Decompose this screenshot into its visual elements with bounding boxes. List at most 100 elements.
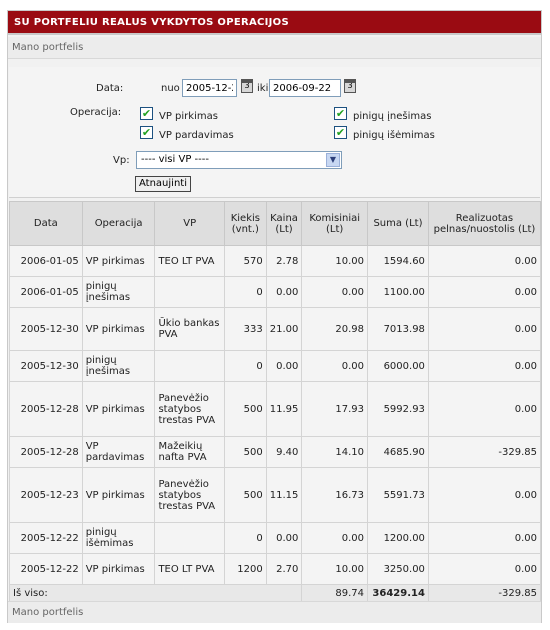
- cell-vp: Panevėžio statybos trestas PVA: [154, 381, 225, 437]
- cell-sum: 1594.60: [366, 245, 429, 277]
- cell-operation: VP pirkimas: [81, 467, 156, 523]
- checkbox-vp-pardavimas[interactable]: ✔: [140, 126, 153, 139]
- chevron-down-icon[interactable]: ▼: [326, 153, 340, 167]
- cell-fee: 0.00: [301, 276, 368, 308]
- table-header-row: Data Operacija VP Kiekis (vnt.) Kaina (L…: [9, 201, 542, 246]
- breadcrumb-bottom[interactable]: Mano portfelis: [8, 601, 541, 623]
- checkbox-label: pinigų įnešimas: [353, 111, 432, 122]
- date-from-input[interactable]: [182, 79, 237, 97]
- cell-qty: 0: [224, 522, 267, 554]
- col-header: Realizuotas pelnas/nuostolis (Lt): [427, 201, 542, 246]
- cell-sum: 1200.00: [366, 522, 429, 554]
- cell-operation: pinigų įnešimas: [81, 276, 156, 308]
- col-header: Komisiniai (Lt): [301, 201, 368, 246]
- cell-profit: 0.00: [427, 381, 542, 437]
- cell-vp: Panevėžio statybos trestas PVA: [154, 467, 225, 523]
- cell-sum: 6000.00: [366, 350, 429, 382]
- vp-select-value: ---- visi VP ----: [141, 154, 209, 165]
- date-label: Data:: [96, 83, 124, 94]
- table-row: 2006-01-05 pinigų įnešimas 0 0.00 0.00 1…: [9, 276, 542, 308]
- date-to-input[interactable]: [269, 79, 341, 97]
- cell-fee: 20.98: [301, 307, 368, 351]
- total-sum: 36429.14: [366, 584, 429, 603]
- cell-qty: 500: [224, 436, 267, 468]
- checkbox-pinigu-inesimas[interactable]: ✔: [334, 107, 347, 120]
- cell-vp: TEO LT PVA: [154, 553, 225, 585]
- cell-vp: Ūkio bankas PVA: [154, 307, 225, 351]
- cell-operation: VP pirkimas: [81, 553, 156, 585]
- cell-date: 2005-12-22: [9, 522, 83, 554]
- breadcrumb-top[interactable]: Mano portfelis: [8, 37, 541, 59]
- cell-date: 2005-12-30: [9, 307, 83, 351]
- cell-price: 0.00: [265, 350, 303, 382]
- cell-sum: 3250.00: [366, 553, 429, 585]
- cell-qty: 0: [224, 276, 267, 308]
- calendar-icon[interactable]: 3: [344, 79, 356, 93]
- total-fee: 89.74: [301, 584, 368, 603]
- cell-profit: 0.00: [427, 276, 542, 308]
- cell-vp: TEO LT PVA: [154, 245, 225, 277]
- checkbox-label: VP pirkimas: [159, 111, 218, 122]
- cell-sum: 1100.00: [366, 276, 429, 308]
- cell-profit: 0.00: [427, 467, 542, 523]
- cell-operation: pinigų išėmimas: [81, 522, 156, 554]
- cell-fee: 10.00: [301, 245, 368, 277]
- col-header: VP: [154, 201, 225, 246]
- cell-profit: -329.85: [427, 436, 542, 468]
- vp-label: Vp:: [113, 155, 130, 166]
- cell-price: 11.15: [265, 467, 303, 523]
- cell-fee: 16.73: [301, 467, 368, 523]
- cell-profit: 0.00: [427, 245, 542, 277]
- cell-date: 2005-12-30: [9, 350, 83, 382]
- col-header: Kiekis (vnt.): [224, 201, 267, 246]
- cell-qty: 0: [224, 350, 267, 382]
- cell-vp: Mažeikių nafta PVA: [154, 436, 225, 468]
- cell-date: 2005-12-22: [9, 553, 83, 585]
- total-label: Iš viso:: [8, 584, 303, 603]
- checkbox-pinigu-isemimas[interactable]: ✔: [334, 126, 347, 139]
- cell-vp: [154, 276, 225, 308]
- cell-vp: [154, 350, 225, 382]
- checkbox-vp-pirkimas[interactable]: ✔: [140, 107, 153, 120]
- cell-price: 0.00: [265, 522, 303, 554]
- cell-qty: 1200: [224, 553, 267, 585]
- cell-price: 9.40: [265, 436, 303, 468]
- cell-fee: 17.93: [301, 381, 368, 437]
- cell-profit: 0.00: [427, 522, 542, 554]
- cell-sum: 5591.73: [366, 467, 429, 523]
- cell-date: 2005-12-23: [9, 467, 83, 523]
- vp-select[interactable]: ---- visi VP ---- ▼: [136, 151, 342, 169]
- checkbox-label: pinigų išėmimas: [353, 130, 435, 141]
- cell-price: 2.70: [265, 553, 303, 585]
- cell-operation: VP pardavimas: [81, 436, 156, 468]
- col-header: Operacija: [81, 201, 156, 246]
- cell-price: 2.78: [265, 245, 303, 277]
- cell-price: 21.00: [265, 307, 303, 351]
- cell-profit: 0.00: [427, 350, 542, 382]
- checkbox-label: VP pardavimas: [159, 130, 234, 141]
- cell-operation: VP pirkimas: [81, 381, 156, 437]
- table-row: 2005-12-22 pinigų išėmimas 0 0.00 0.00 1…: [9, 522, 542, 554]
- cell-fee: 0.00: [301, 350, 368, 382]
- refresh-button[interactable]: Atnaujinti: [135, 176, 191, 192]
- filter-form: Data: nuo 3 iki 3 Operacija: ✔ VP pirkim…: [9, 67, 540, 198]
- date-from-label: nuo: [161, 83, 180, 94]
- cell-date: 2005-12-28: [9, 436, 83, 468]
- cell-sum: 5992.93: [366, 381, 429, 437]
- date-to-label: iki: [257, 83, 269, 94]
- total-profit: -329.85: [427, 584, 542, 603]
- cell-profit: 0.00: [427, 553, 542, 585]
- col-header: Kaina (Lt): [265, 201, 303, 246]
- cell-fee: 10.00: [301, 553, 368, 585]
- cell-fee: 0.00: [301, 522, 368, 554]
- cell-qty: 500: [224, 467, 267, 523]
- cell-price: 11.95: [265, 381, 303, 437]
- calendar-icon[interactable]: 3: [241, 79, 253, 93]
- cell-price: 0.00: [265, 276, 303, 308]
- cell-operation: VP pirkimas: [81, 307, 156, 351]
- cell-operation: VP pirkimas: [81, 245, 156, 277]
- cell-vp: [154, 522, 225, 554]
- cell-qty: 500: [224, 381, 267, 437]
- table-row: 2005-12-28 VP pardavimas Mažeikių nafta …: [9, 436, 542, 468]
- table-row: 2006-01-05 VP pirkimas TEO LT PVA 570 2.…: [9, 245, 542, 277]
